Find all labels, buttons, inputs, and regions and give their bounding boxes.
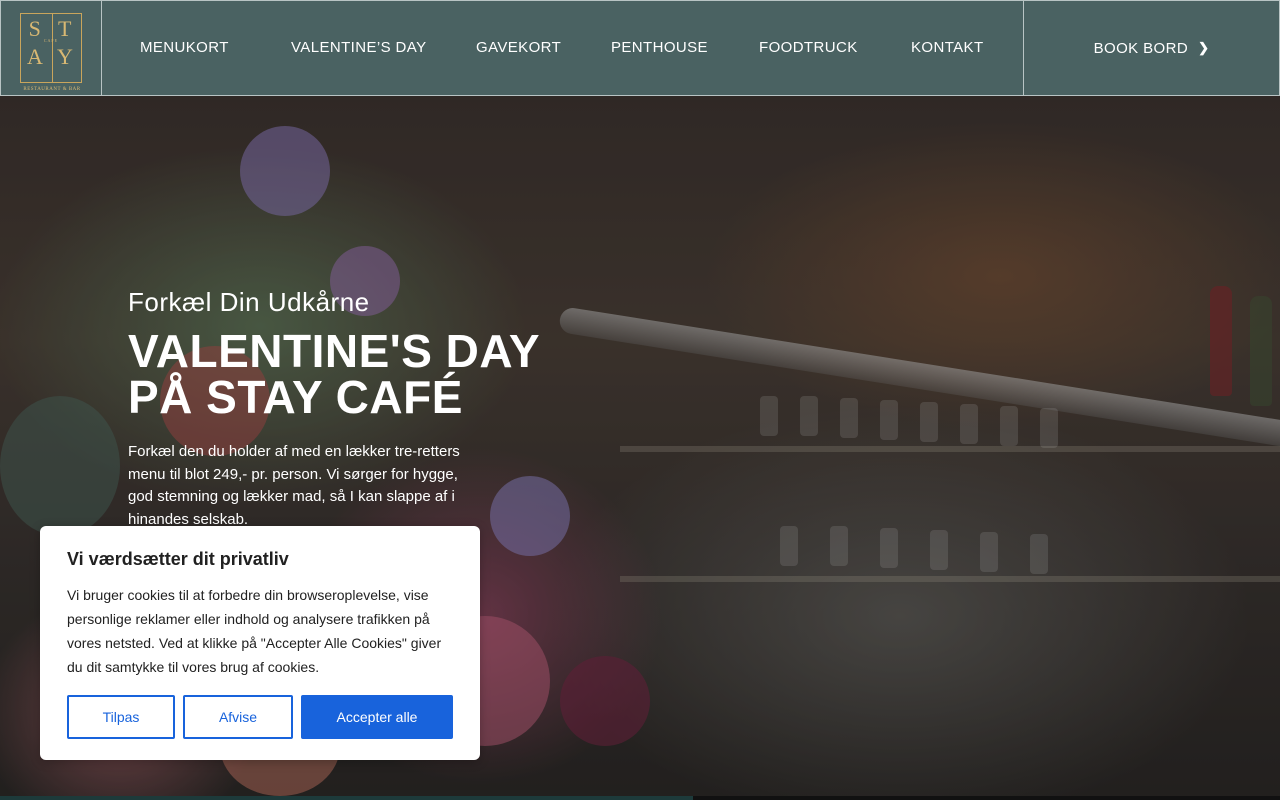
- nav-item-valentines-day[interactable]: VALENTINE’S DAY: [291, 39, 426, 56]
- nav-item-menukort[interactable]: MENUKORT: [140, 39, 229, 56]
- hero-content: Forkæl Din Udkårne VALENTINE'S DAY PÅ ST…: [128, 287, 578, 531]
- chevron-right-icon: ❯: [1198, 40, 1210, 55]
- stay-logo: ST CAFE AY RESTAURANT & BAR: [20, 13, 82, 92]
- cookie-reject-button[interactable]: Afvise: [183, 695, 293, 739]
- nav-item-gavekort[interactable]: GAVEKORT: [476, 39, 561, 56]
- book-table-button[interactable]: BOOK BORD ❯: [1023, 0, 1280, 96]
- main-nav: MENUKORT VALENTINE’S DAY GAVEKORT PENTHO…: [102, 0, 1024, 96]
- cookie-consent-banner: Vi værdsætter dit privatliv Vi bruger co…: [40, 526, 480, 760]
- section-divider: [0, 796, 1280, 800]
- nav-item-penthouse[interactable]: PENTHOUSE: [611, 39, 708, 56]
- nav-item-kontakt[interactable]: KONTAKT: [911, 39, 984, 56]
- hero-eyebrow: Forkæl Din Udkårne: [128, 287, 370, 317]
- cookie-title: Vi værdsætter dit privatliv: [67, 549, 289, 569]
- hero-title-line2: PÅ STAY CAFÉ: [128, 371, 463, 423]
- cookie-accept-all-button[interactable]: Accepter alle: [301, 695, 453, 739]
- logo-subtitle: RESTAURANT & BAR: [23, 87, 81, 92]
- cookie-body: Vi bruger cookies til at forbedre din br…: [67, 587, 442, 675]
- book-table-label: BOOK BORD: [1093, 39, 1189, 57]
- logo-link[interactable]: ST CAFE AY RESTAURANT & BAR: [0, 0, 102, 96]
- hero-title: VALENTINE'S DAY PÅ STAY CAFÉ: [128, 328, 578, 420]
- cookie-customize-button[interactable]: Tilpas: [67, 695, 175, 739]
- hero-title-line1: VALENTINE'S DAY: [128, 325, 541, 377]
- hero-description: Forkæl den du holder af med en lækker tr…: [128, 443, 460, 528]
- site-header: ST CAFE AY RESTAURANT & BAR MENUKORT VAL…: [0, 0, 1280, 96]
- nav-item-foodtruck[interactable]: FOODTRUCK: [759, 39, 858, 56]
